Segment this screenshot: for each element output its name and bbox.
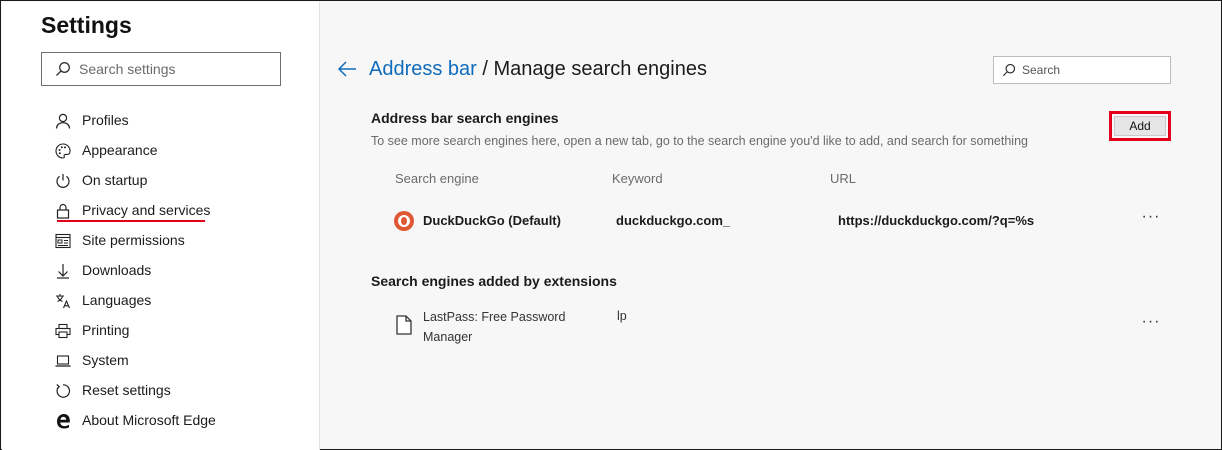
download-icon (54, 262, 71, 279)
site-permissions-icon (54, 232, 71, 249)
main-content: Address bar / Manage search engines Addr… (321, 2, 1221, 450)
laptop-icon (54, 352, 71, 369)
languages-icon (54, 292, 71, 309)
table-row: DuckDuckGo (Default) duckduckgo.com_ htt… (321, 205, 1221, 237)
sidebar-title: Settings (41, 12, 132, 38)
sidebar-item-label: On startup (82, 172, 148, 188)
sidebar-item-label: Languages (82, 292, 152, 308)
sidebar-item-appearance[interactable]: Appearance (2, 135, 320, 165)
edge-logo-icon (54, 412, 71, 429)
more-options-button[interactable]: ··· (1139, 209, 1163, 231)
sidebar-item-label: Printing (82, 322, 130, 338)
breadcrumb-link-address-bar[interactable]: Address bar (369, 58, 477, 80)
back-arrow-icon[interactable] (337, 60, 357, 78)
extension-engine-keyword: lp (617, 309, 627, 323)
breadcrumb: Address bar / Manage search engines (369, 58, 707, 81)
main-search-input[interactable] (1022, 63, 1162, 77)
sidebar-item-label: Downloads (82, 262, 152, 278)
sidebar-item-downloads[interactable]: Downloads (2, 255, 320, 285)
search-icon (56, 62, 70, 76)
search-icon (1002, 63, 1016, 77)
address-bar-engines-description: To see more search engines here, open a … (371, 134, 1028, 148)
sidebar-item-site-permissions[interactable]: Site permissions (2, 225, 320, 255)
sidebar: Settings Profiles Appearance (2, 2, 320, 450)
engine-name: DuckDuckGo (Default) (423, 213, 561, 228)
address-bar-engines-heading: Address bar search engines (371, 110, 559, 126)
sidebar-item-label: Appearance (82, 142, 158, 158)
sidebar-item-system[interactable]: System (2, 345, 320, 375)
active-item-underline (57, 220, 205, 222)
window-frame: Settings Profiles Appearance (0, 0, 1222, 450)
add-button-highlight: Add (1109, 111, 1171, 141)
sidebar-item-languages[interactable]: Languages (2, 285, 320, 315)
main-search-box[interactable] (993, 56, 1171, 84)
sidebar-item-label: Site permissions (82, 232, 185, 248)
duckduckgo-icon (394, 211, 414, 231)
sidebar-item-label: Profiles (82, 112, 129, 128)
sidebar-item-label: Reset settings (82, 382, 171, 398)
sidebar-item-label: Privacy and services (82, 202, 211, 218)
breadcrumb-separator: / (476, 58, 494, 80)
sidebar-item-privacy[interactable]: Privacy and services (2, 195, 320, 225)
extension-engine-name: LastPass: Free Password Manager (423, 310, 566, 344)
sidebar-item-about[interactable]: About Microsoft Edge (2, 405, 320, 435)
engine-url: https://duckduckgo.com/?q=%s (838, 213, 1035, 228)
printer-icon (54, 322, 71, 339)
engine-keyword: duckduckgo.com_ (616, 213, 731, 228)
reset-icon (54, 382, 71, 399)
sidebar-item-label: System (82, 352, 129, 368)
palette-icon (54, 142, 71, 159)
sidebar-item-on-startup[interactable]: On startup (2, 165, 320, 195)
column-header-url: URL (830, 171, 857, 186)
add-button[interactable]: Add (1114, 116, 1166, 136)
sidebar-item-profiles[interactable]: Profiles (2, 105, 320, 135)
power-icon (54, 172, 71, 189)
sidebar-item-reset-settings[interactable]: Reset settings (2, 375, 320, 405)
lock-icon (54, 202, 71, 219)
sidebar-search-input[interactable] (79, 61, 269, 77)
column-header-search-engine: Search engine (395, 171, 479, 186)
sidebar-item-label: About Microsoft Edge (82, 412, 216, 428)
extension-engines-heading: Search engines added by extensions (371, 273, 617, 289)
sidebar-search-box[interactable] (41, 52, 281, 86)
page-title: Manage search engines (493, 58, 707, 80)
sidebar-item-printing[interactable]: Printing (2, 315, 320, 345)
person-icon (54, 112, 71, 129)
column-header-keyword: Keyword (612, 171, 663, 186)
sidebar-nav: Profiles Appearance On startup Privacy a… (2, 105, 320, 435)
more-options-button[interactable]: ··· (1139, 314, 1163, 336)
document-icon (396, 315, 412, 335)
